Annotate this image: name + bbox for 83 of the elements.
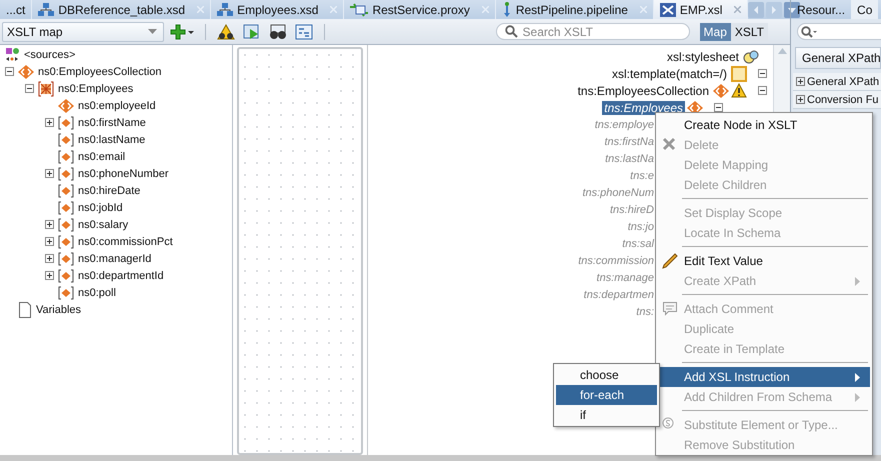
optional-element-icon <box>58 150 74 164</box>
tree-node-label[interactable]: ns0:salary <box>78 218 128 230</box>
editor-tab[interactable]: EMP.xsl <box>654 0 748 19</box>
substitute-icon <box>662 417 674 429</box>
tree-toggle-icon[interactable] <box>44 237 54 246</box>
pencil-icon <box>662 253 678 269</box>
warning-icon[interactable] <box>217 24 235 40</box>
tree-toggle-icon[interactable] <box>24 84 34 93</box>
delete-icon <box>662 137 676 151</box>
optional-element-icon <box>58 218 74 232</box>
run-test-icon[interactable] <box>243 24 261 40</box>
tree-node-label[interactable]: ns0:jobId <box>78 202 123 214</box>
menu-item[interactable]: if <box>556 405 657 425</box>
menu-item[interactable]: Edit Text Value <box>658 251 870 271</box>
tree-node-label[interactable]: xsl:stylesheet <box>664 50 741 64</box>
tree-toggle-icon[interactable] <box>758 69 767 78</box>
template-icon <box>731 66 747 82</box>
optional-element-icon <box>58 184 74 198</box>
repeating-element-icon <box>38 80 54 96</box>
tree-node-label[interactable]: ns0:managerId <box>78 252 152 264</box>
tree-node-label[interactable]: ns0:hireDate <box>78 184 140 196</box>
optional-element-icon <box>58 200 74 214</box>
binoculars-icon[interactable] <box>269 24 287 40</box>
tree-toggle-icon[interactable] <box>44 169 54 178</box>
tree-node-label[interactable]: ns0:Employees <box>58 82 134 94</box>
tree-node-label[interactable]: xsl:template(match=/) <box>610 66 729 80</box>
tree-node-label[interactable]: ns0:lastName <box>78 134 146 146</box>
pipeline-icon <box>502 2 512 18</box>
menu-item[interactable]: for-each <box>556 385 657 405</box>
tree-toggle-icon[interactable] <box>44 271 54 280</box>
mode-toggle[interactable]: Map <box>700 22 731 40</box>
schema-icon <box>38 2 54 16</box>
tree-node-label[interactable]: ns0:email <box>78 150 126 162</box>
tree-toggle-icon[interactable] <box>4 67 14 76</box>
optional-element-icon <box>58 252 74 266</box>
tree-node-label[interactable]: ns0:departmentId <box>78 270 164 282</box>
optional-element-icon <box>58 286 74 300</box>
tree-toggle-icon[interactable] <box>44 254 54 263</box>
tree-node-label[interactable]: tns:Employees <box>602 100 685 114</box>
expand-icon[interactable] <box>796 77 805 86</box>
xsl-map-icon <box>660 2 676 16</box>
proxy-icon <box>350 2 368 16</box>
map-view-icon[interactable] <box>295 24 313 40</box>
menu-item[interactable]: Create Node in XSLT <box>658 115 870 135</box>
stylesheet-icon <box>743 48 759 64</box>
sources-icon <box>4 46 20 62</box>
panel-tab[interactable]: Resour... <box>791 0 852 19</box>
optional-element-icon <box>58 166 74 180</box>
optional-element-icon <box>58 234 74 248</box>
view-dropdown[interactable]: XSLT map <box>2 22 164 42</box>
panel-tab[interactable]: Co <box>851 0 878 19</box>
tree-toggle-icon[interactable] <box>44 220 54 229</box>
search-icon <box>504 25 518 38</box>
expand-icon[interactable] <box>796 95 805 104</box>
optional-element-icon <box>58 268 74 282</box>
optional-element-icon <box>58 132 74 146</box>
tree-toggle-icon[interactable] <box>714 103 723 112</box>
tree-node-label[interactable]: ns0:phoneNumber <box>78 168 169 180</box>
tree-node-label[interactable]: ns0:commissionPct <box>78 236 173 248</box>
optional-element-icon <box>58 116 74 130</box>
search-icon <box>801 26 817 38</box>
tree-node-label[interactable]: tns:EmployeesCollection <box>576 84 711 98</box>
function-search-field[interactable] <box>797 23 881 40</box>
tree-toggle-icon[interactable] <box>44 118 54 127</box>
tree-toggle-icon[interactable] <box>758 86 767 95</box>
tree-node-label[interactable]: <sources> <box>24 48 76 60</box>
menu-item[interactable]: Add XSL Instruction <box>658 367 870 387</box>
menu-item[interactable]: choose <box>556 365 657 385</box>
search-field[interactable]: Search XSLT <box>496 23 690 40</box>
dropdown-caret-icon <box>148 29 157 34</box>
element-icon <box>58 98 74 112</box>
tree-node-label[interactable]: ns0:employeeId <box>78 100 156 112</box>
add-icon[interactable] <box>170 24 194 40</box>
element-icon <box>18 64 34 78</box>
tree-node-label[interactable]: Variables <box>36 304 82 316</box>
schema-icon <box>217 2 234 16</box>
tree-node-label[interactable]: ns0:poll <box>78 286 116 298</box>
element-icon <box>713 84 729 98</box>
comment-icon <box>662 301 678 317</box>
category-dropdown[interactable]: General XPath <box>795 47 881 69</box>
tree-node-label[interactable]: ns0:firstName <box>78 116 146 128</box>
document-icon <box>18 302 32 318</box>
tree-node-label[interactable]: ns0:EmployeesCollection <box>38 66 162 78</box>
